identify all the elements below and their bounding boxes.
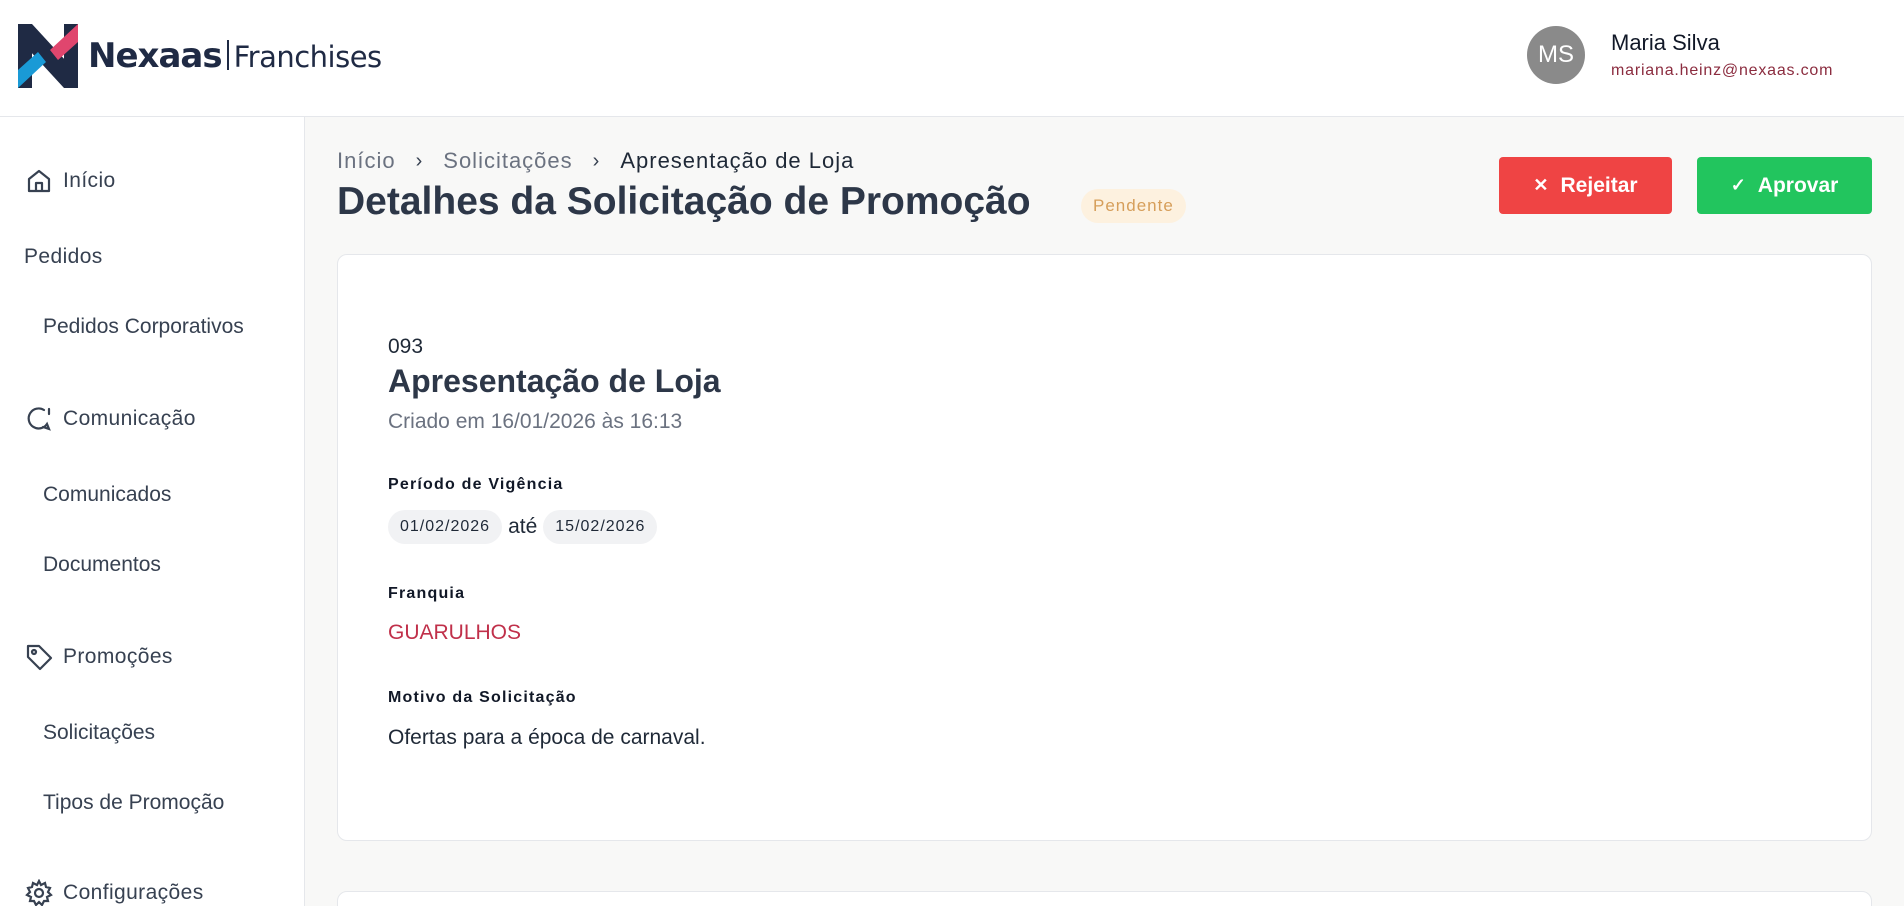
sidebar-section-promocoes[interactable]: Promoções [25, 643, 173, 671]
home-icon [25, 167, 53, 195]
promotion-details-card: 093 Apresentação de Loja Criado em 16/01… [337, 254, 1872, 841]
franchise-label: Franquia [388, 585, 466, 602]
franchise-value[interactable]: GUARULHOS [388, 621, 521, 645]
user-email: mariana.heinz@nexaas.com [1611, 62, 1834, 79]
check-icon: ✓ [1730, 175, 1746, 195]
period-end-date: 15/02/2026 [543, 510, 658, 544]
sidebar-item-documentos[interactable]: Documentos [43, 553, 161, 577]
sidebar-item-inicio[interactable]: Início [25, 167, 116, 195]
chevron-right-icon: › [415, 149, 424, 172]
top-header: Nexaas Franchises MS Maria Silva mariana… [0, 0, 1904, 117]
close-icon: ✕ [1533, 175, 1549, 195]
breadcrumb-solicitacoes[interactable]: Solicitações [443, 148, 572, 174]
status-badge: Pendente [1081, 189, 1186, 223]
sidebar-section-configuracoes[interactable]: Configurações [25, 879, 204, 906]
sidebar-item-label: Início [63, 169, 116, 192]
sidebar-item-solicitacoes[interactable]: Solicitações [43, 721, 155, 745]
approve-button[interactable]: ✓ Aprovar [1697, 157, 1872, 214]
sidebar-item-pedidos-corporativos[interactable]: Pedidos Corporativos [43, 315, 244, 339]
sidebar-section-comunicacao[interactable]: Comunicação [25, 405, 196, 433]
promotion-title: Apresentação de Loja [388, 363, 721, 399]
reason-label: Motivo da Solicitação [388, 689, 577, 706]
period-start-date: 01/02/2026 [388, 510, 503, 544]
tag-icon [25, 643, 53, 671]
sidebar: Início Pedidos Pedidos Corporativos Comu… [0, 117, 305, 906]
nexaas-logo-icon [18, 24, 78, 88]
brand-subtitle: Franchises [233, 40, 383, 74]
brand-logo[interactable]: Nexaas Franchises [18, 24, 382, 88]
reason-value: Ofertas para a época de carnaval. [388, 726, 706, 749]
sidebar-item-label: Promoções [63, 645, 173, 668]
breadcrumb-current: Apresentação de Loja [620, 148, 855, 173]
chevron-right-icon: › [592, 149, 601, 172]
period-label: Período de Vigência [388, 476, 564, 493]
sidebar-item-tipos-de-promocao[interactable]: Tipos de Promoção [43, 791, 224, 815]
user-name: Maria Silva [1611, 30, 1720, 55]
reject-button-label: Rejeitar [1560, 173, 1638, 197]
gear-icon [25, 879, 53, 906]
period-connector: até [508, 515, 538, 538]
user-menu[interactable]: MS Maria Silva mariana.heinz@nexaas.com [1527, 26, 1833, 84]
breadcrumb: Início › Solicitações › Apresentação de … [337, 148, 854, 174]
chat-icon [25, 405, 53, 433]
page-title: Detalhes da Solicitação de Promoção [337, 180, 1031, 223]
promotion-code: 093 [388, 335, 424, 358]
reject-button[interactable]: ✕ Rejeitar [1499, 157, 1672, 214]
brand-name: Nexaas [88, 36, 223, 76]
secondary-card [337, 891, 1872, 906]
sidebar-item-comunicados[interactable]: Comunicados [43, 483, 171, 507]
approve-button-label: Aprovar [1757, 173, 1839, 197]
brand-divider [226, 40, 229, 70]
period-range: 01/02/2026 até 15/02/2026 [388, 510, 658, 544]
sidebar-item-label: Comunicação [63, 407, 196, 430]
sidebar-section-pedidos: Pedidos [24, 245, 103, 268]
avatar[interactable]: MS [1527, 26, 1585, 84]
breadcrumb-inicio[interactable]: Início [337, 148, 396, 174]
created-at: Criado em 16/01/2026 às 16:13 [388, 410, 683, 433]
sidebar-item-label: Configurações [63, 881, 204, 904]
